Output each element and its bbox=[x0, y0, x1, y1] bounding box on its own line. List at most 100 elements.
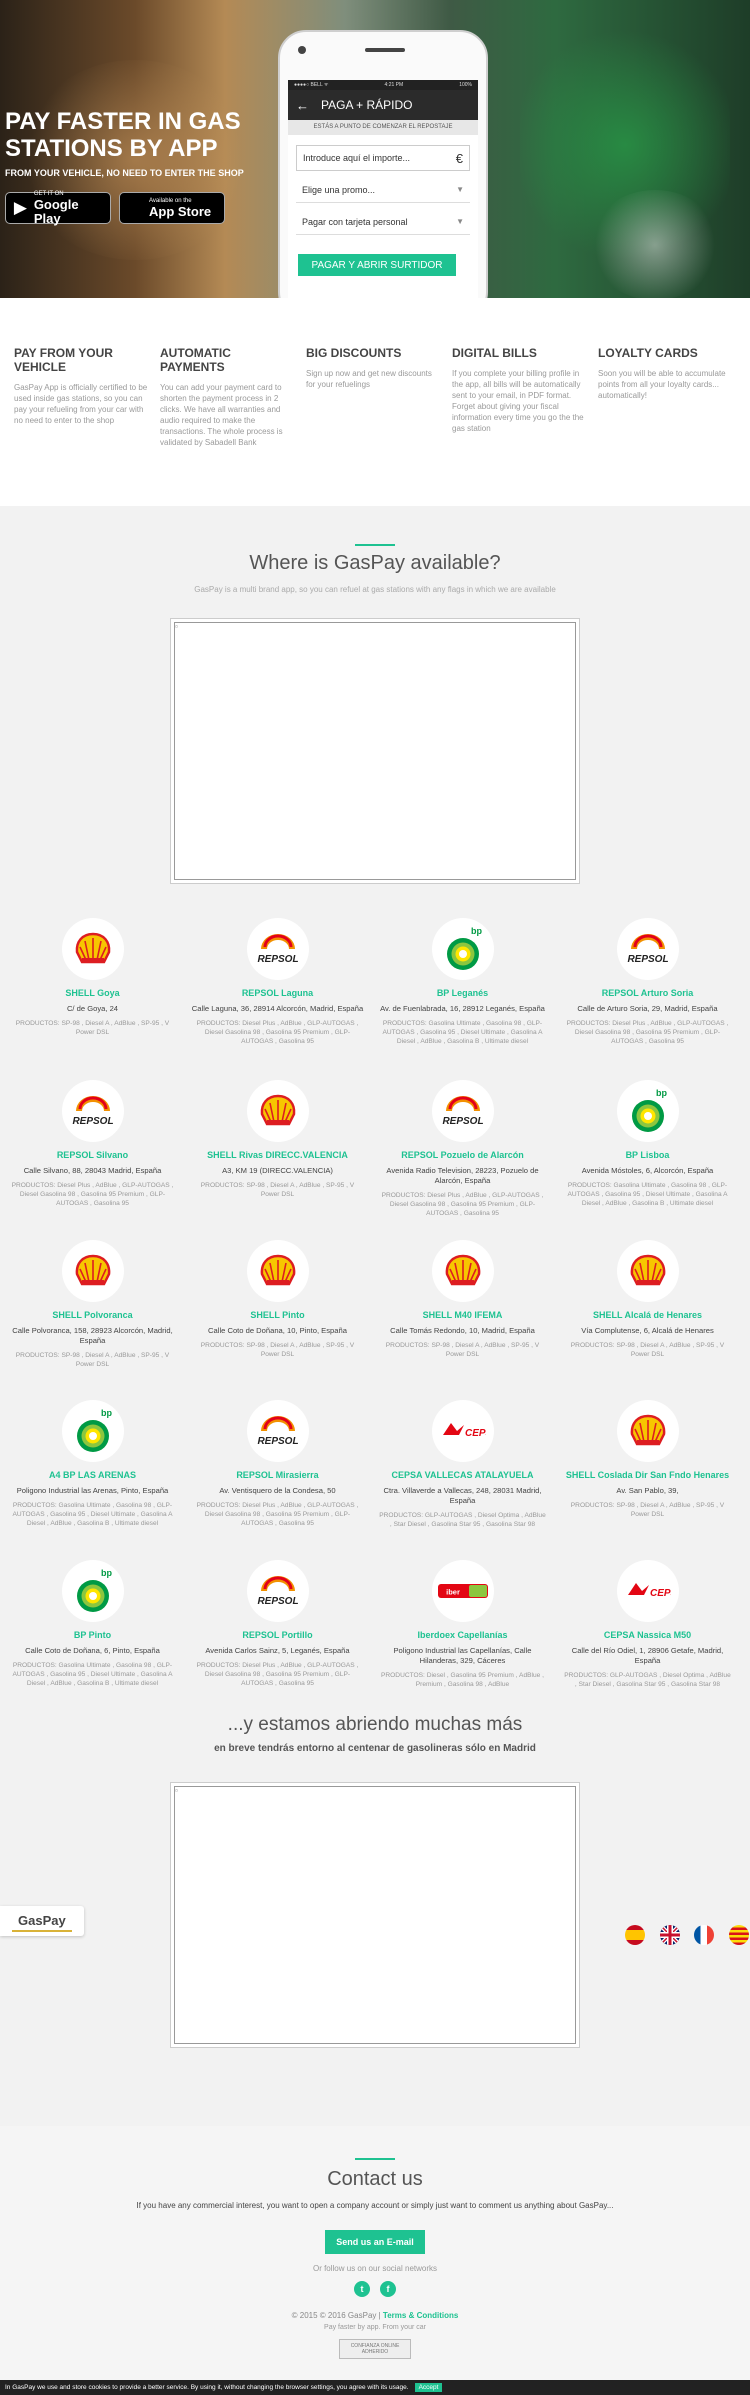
station-card[interactable]: SHELL M40 IFEMA Calle Tomás Redondo, 10, … bbox=[370, 1240, 555, 1359]
station-card[interactable]: REPSOL REPSOL Laguna Calle Laguna, 36, 289… bbox=[185, 918, 370, 1046]
repsol-logo-icon: REPSOL bbox=[616, 918, 679, 980]
chevron-down-icon: ▼ bbox=[456, 217, 464, 226]
station-card[interactable]: REPSOL REPSOL Arturo Soria Calle de Arturo… bbox=[555, 918, 740, 1046]
accept-cookies-button[interactable]: Accept bbox=[414, 2383, 443, 2392]
station-name[interactable]: SHELL Rivas DIRECC.VALENCIA bbox=[185, 1150, 370, 1160]
floating-brand-logo[interactable]: GasPay bbox=[0, 1906, 84, 1936]
station-card[interactable]: SHELL Alcalá de Henares Vía Complutense, … bbox=[555, 1240, 740, 1359]
station-products: PRODUCTOS: Gasolina Ultimate , Gasolina … bbox=[567, 1182, 728, 1207]
station-card[interactable]: bp BP Leganés Av. de Fuenlabrada, 16, 2891… bbox=[370, 918, 555, 1046]
station-name[interactable]: SHELL Pinto bbox=[185, 1310, 370, 1320]
station-card[interactable]: bp BP Lisboa Avenida Móstoles, 6, Alcorcón… bbox=[555, 1080, 740, 1208]
shell-logo-icon bbox=[61, 918, 124, 980]
france-flag-icon[interactable] bbox=[694, 1925, 715, 1945]
station-card[interactable]: CEPSA CEPSA VALLECAS ATALAYUELA Ctra. Vill… bbox=[370, 1400, 555, 1529]
station-card[interactable]: REPSOL REPSOL Silvano Calle Silvano, 88, 2… bbox=[0, 1080, 185, 1208]
bp-logo-icon: bp bbox=[431, 918, 494, 980]
station-card[interactable]: SHELL Rivas DIRECC.VALENCIA A3, KM 19 (DI… bbox=[185, 1080, 370, 1199]
twitter-icon[interactable]: t bbox=[354, 2281, 370, 2297]
station-card[interactable]: CEPSA CEPSA Nassica M50 Calle del Río Odie… bbox=[555, 1560, 740, 1689]
feature-loyalty-cards: LOYALTY CARDS Soon you will be able to ac… bbox=[598, 346, 726, 400]
google-play-icon: ▶ bbox=[13, 198, 27, 217]
station-name[interactable]: SHELL Goya bbox=[0, 988, 185, 998]
payment-select[interactable]: Pagar con tarjeta personal ▼ bbox=[296, 209, 470, 235]
station-name[interactable]: CEPSA Nassica M50 bbox=[555, 1630, 740, 1640]
station-name[interactable]: REPSOL Silvano bbox=[0, 1150, 185, 1160]
station-address: Calle del Río Odiel, 1, 28906 Getafe, Ma… bbox=[571, 1646, 724, 1665]
station-name[interactable]: SHELL Alcalá de Henares bbox=[555, 1310, 740, 1320]
station-name[interactable]: REPSOL Pozuelo de Alarcón bbox=[370, 1150, 555, 1160]
station-products: PRODUCTOS: Gasolina Ultimate , Gasolina … bbox=[382, 1020, 543, 1045]
station-address: C/ de Goya, 24 bbox=[66, 1004, 119, 1013]
catalonia-flag-icon[interactable] bbox=[728, 1925, 749, 1945]
svg-text:bp: bp bbox=[101, 1568, 112, 1578]
phone-camera bbox=[298, 46, 306, 54]
station-name[interactable]: CEPSA VALLECAS ATALAYUELA bbox=[370, 1470, 555, 1480]
station-card[interactable]: SHELL Goya C/ de Goya, 24 PRODUCTOS: SP-98… bbox=[0, 918, 185, 1037]
station-name[interactable]: BP Pinto bbox=[0, 1630, 185, 1640]
amount-input[interactable]: Introduce aquí el importe... € bbox=[296, 145, 470, 171]
station-card[interactable]: SHELL Polvoranca Calle Polvoranca, 158, 2… bbox=[0, 1240, 185, 1369]
copyright: © 2015 © 2016 GasPay | Terms & Condition… bbox=[291, 2311, 459, 2320]
svg-text:REPSOL: REPSOL bbox=[257, 1436, 298, 1447]
station-card[interactable]: REPSOL REPSOL Mirasierra Av. Ventisquero d… bbox=[185, 1400, 370, 1528]
station-products: PRODUCTOS: Gasolina Ultimate , Gasolina … bbox=[12, 1502, 173, 1527]
station-products: PRODUCTOS: SP-98 , Diesel A , AdBlue , S… bbox=[570, 1342, 725, 1358]
promo-select[interactable]: Elige una promo... ▼ bbox=[296, 177, 470, 203]
google-play-button[interactable]: ▶ GET IT ON Google Play bbox=[5, 191, 111, 225]
cookie-text: In GasPay we use and store cookies to pr… bbox=[5, 2384, 409, 2391]
station-card[interactable]: iber Iberdoex Capellanías Poligono Industr… bbox=[370, 1560, 555, 1689]
cepsa-logo-icon: CEPSA bbox=[616, 1560, 679, 1622]
uk-flag-icon[interactable] bbox=[659, 1925, 680, 1945]
station-card[interactable]: SHELL Coslada Dir San Fndo Henares Av. Sa… bbox=[555, 1400, 740, 1519]
availability-title: Where is GasPay available? bbox=[249, 552, 501, 574]
facebook-icon[interactable]: f bbox=[380, 2281, 396, 2297]
station-card[interactable]: REPSOL REPSOL Portillo Avenida Carlos Sain… bbox=[185, 1560, 370, 1688]
station-address: Calle Polvoranca, 158, 28923 Alcorcón, M… bbox=[12, 1326, 173, 1345]
spain-flag-icon[interactable] bbox=[625, 1925, 645, 1945]
station-card[interactable]: bp A4 BP LAS ARENAS Poligono Industrial la… bbox=[0, 1400, 185, 1528]
cookie-banner: In GasPay we use and store cookies to pr… bbox=[0, 2380, 750, 2395]
svg-text:bp: bp bbox=[471, 926, 482, 936]
shell-logo-icon bbox=[616, 1240, 679, 1302]
hero-title: PAY FASTER IN GAS STATIONS BY APP bbox=[5, 108, 241, 162]
station-name[interactable]: REPSOL Laguna bbox=[185, 988, 370, 998]
station-products: PRODUCTOS: SP-98 , Diesel A , AdBlue , S… bbox=[570, 1502, 725, 1518]
pay-and-open-pump-button[interactable]: PAGAR Y ABRIR SURTIDOR bbox=[298, 254, 456, 276]
station-name[interactable]: BP Lisboa bbox=[555, 1150, 740, 1160]
station-name[interactable]: REPSOL Portillo bbox=[185, 1630, 370, 1640]
station-address: Calle Laguna, 36, 28914 Alcorcón, Madrid… bbox=[191, 1004, 364, 1013]
station-address: Calle Coto de Doñana, 6, Pinto, España bbox=[25, 1646, 160, 1655]
back-arrow-icon[interactable]: ← bbox=[296, 98, 309, 113]
app-store-button[interactable]: Available on the App Store bbox=[119, 192, 225, 224]
broken-image-icon: ▫ bbox=[175, 622, 178, 631]
station-card[interactable]: bp BP Pinto Calle Coto de Doñana, 6, Pinto… bbox=[0, 1560, 185, 1688]
cepsa-logo-icon: CEPSA bbox=[431, 1400, 494, 1462]
terms-link[interactable]: Terms & Conditions bbox=[383, 2311, 458, 2320]
svg-text:REPSOL: REPSOL bbox=[627, 954, 668, 965]
station-name[interactable]: A4 BP LAS ARENAS bbox=[0, 1470, 185, 1480]
shell-logo-icon bbox=[431, 1240, 494, 1302]
station-address: Avenida Carlos Sainz, 5, Leganés, España bbox=[205, 1646, 350, 1655]
stations-map[interactable]: ▫ bbox=[170, 618, 580, 884]
phone-mockup: ●●●●○ BELL ᯤ 4:21 PM 100% ← PAGA + RÁPID… bbox=[278, 30, 488, 320]
station-name[interactable]: BP Leganés bbox=[370, 988, 555, 998]
shell-logo-icon bbox=[246, 1080, 309, 1142]
svg-text:REPSOL: REPSOL bbox=[257, 954, 298, 965]
upcoming-stations-map[interactable]: ▫ bbox=[170, 1782, 580, 2048]
send-email-button[interactable]: Send us an E-mail bbox=[325, 2230, 425, 2254]
station-name[interactable]: REPSOL Mirasierra bbox=[185, 1470, 370, 1480]
station-address: Calle de Arturo Soria, 29, Madrid, Españ… bbox=[577, 1004, 718, 1013]
phone-status-bar: ●●●●○ BELL ᯤ 4:21 PM 100% bbox=[288, 80, 478, 90]
station-products: PRODUCTOS: Diesel Plus , AdBlue , GLP-AU… bbox=[11, 1182, 174, 1207]
station-name[interactable]: SHELL M40 IFEMA bbox=[370, 1310, 555, 1320]
station-name[interactable]: SHELL Coslada Dir San Fndo Henares bbox=[555, 1470, 740, 1480]
station-card[interactable]: SHELL Pinto Calle Coto de Doñana, 10, Pin… bbox=[185, 1240, 370, 1359]
svg-text:REPSOL: REPSOL bbox=[72, 1116, 113, 1127]
svg-text:REPSOL: REPSOL bbox=[442, 1116, 483, 1127]
station-name[interactable]: REPSOL Arturo Soria bbox=[555, 988, 740, 998]
station-name[interactable]: SHELL Polvoranca bbox=[0, 1310, 185, 1320]
station-card[interactable]: REPSOL REPSOL Pozuelo de Alarcón Avenida R… bbox=[370, 1080, 555, 1218]
trust-badge[interactable]: CONFIANZA ONLINE ADHERIDO bbox=[339, 2339, 411, 2359]
station-name[interactable]: Iberdoex Capellanías bbox=[370, 1630, 555, 1640]
